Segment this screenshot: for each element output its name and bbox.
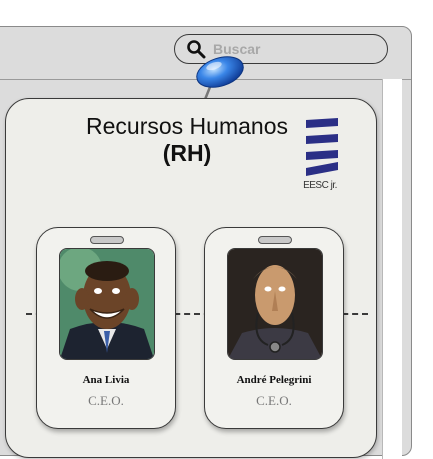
push-pin-icon: [196, 56, 244, 104]
employee-card[interactable]: Ana Livia C.E.O.: [36, 227, 176, 429]
employee-photo: [227, 248, 323, 360]
content-scroll-area[interactable]: [382, 79, 402, 459]
employee-card[interactable]: André Pelegrini C.E.O.: [204, 227, 344, 429]
badge-slot: [90, 236, 124, 244]
badge-slot: [258, 236, 292, 244]
employee-name: André Pelegrini: [236, 374, 312, 386]
logo-caption: EESC jr.: [303, 180, 337, 191]
employee-role: C.E.O.: [88, 393, 124, 408]
employee-name: Ana Livia: [82, 374, 130, 386]
employee-photo: [59, 248, 155, 360]
title-line-2: (RH): [162, 140, 212, 166]
employee-role: C.E.O.: [256, 393, 292, 408]
